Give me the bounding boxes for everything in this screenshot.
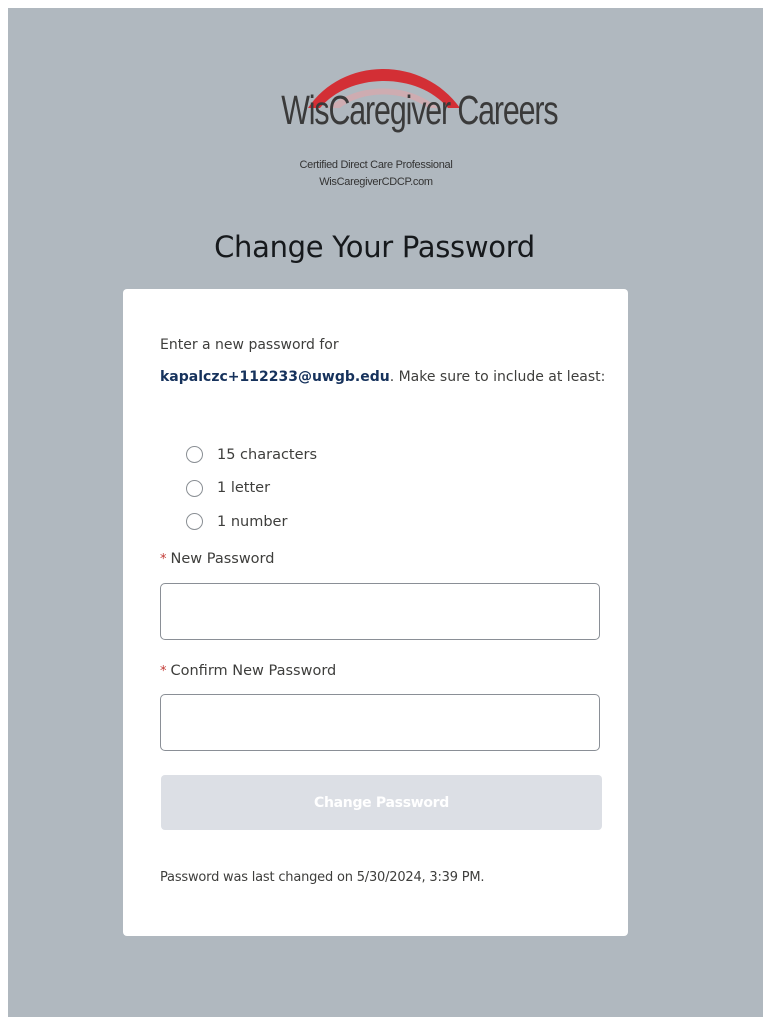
- logo-website: WisCaregiverCDCP.com: [319, 176, 433, 188]
- change-password-button[interactable]: Change Password: [161, 775, 602, 830]
- required-marker: *: [160, 552, 167, 567]
- new-password-label: * New Password: [160, 551, 274, 567]
- requirement-label: 1 number: [217, 513, 288, 530]
- user-email: kapalczc+112233@uwgb.edu: [160, 369, 390, 385]
- requirement-label: 15 characters: [217, 446, 318, 463]
- confirm-password-label: * Confirm New Password: [160, 663, 336, 679]
- required-marker: *: [160, 664, 167, 679]
- requirement-item: 1 number: [186, 505, 317, 539]
- wiscaregiver-logo: WisCaregiver Careers Certified Direct Ca…: [248, 60, 559, 200]
- password-instructions: Enter a new password for kapalczc+112233@…: [160, 329, 610, 393]
- logo-title: WisCaregiver Careers: [281, 87, 558, 133]
- unchecked-circle-icon: [186, 479, 203, 497]
- instructions-prefix: Enter a new password for: [160, 337, 339, 353]
- requirement-item: 15 characters: [186, 438, 317, 472]
- change-password-card: Enter a new password for kapalczc+112233@…: [123, 289, 628, 936]
- last-changed-notice: Password was last changed on 5/30/2024, …: [160, 870, 485, 885]
- new-password-label-text: New Password: [170, 551, 275, 567]
- unchecked-circle-icon: [186, 446, 203, 464]
- new-password-input[interactable]: [160, 583, 600, 640]
- password-requirements-list: 15 characters 1 letter 1 number: [186, 438, 317, 539]
- requirement-item: 1 letter: [186, 472, 317, 506]
- page-background: WisCaregiver Careers Certified Direct Ca…: [8, 8, 763, 1017]
- instructions-suffix: . Make sure to include at least:: [389, 369, 606, 385]
- confirm-password-label-text: Confirm New Password: [170, 663, 337, 679]
- confirm-password-input[interactable]: [160, 694, 600, 751]
- page-title: Change Your Password: [214, 230, 535, 264]
- logo-subtitle: Certified Direct Care Professional: [299, 159, 453, 171]
- unchecked-circle-icon: [186, 513, 203, 531]
- requirement-label: 1 letter: [217, 480, 271, 497]
